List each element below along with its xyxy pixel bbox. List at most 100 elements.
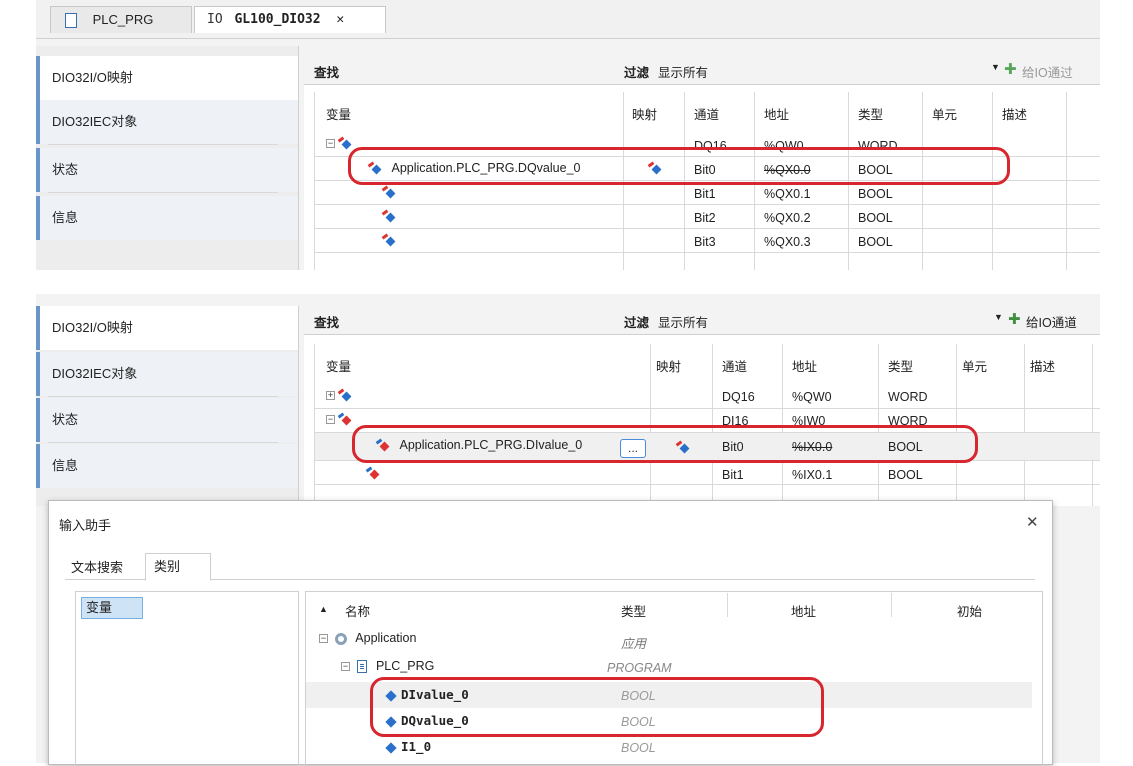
variable-cell[interactable] [366, 466, 380, 480]
filter-value[interactable]: 显示所有 [658, 312, 708, 331]
type-cell: BOOL [858, 187, 893, 201]
sidebar-item-io-mapping[interactable]: DIO32I/O映射 [36, 56, 298, 100]
channel-cell: Bit3 [694, 235, 716, 249]
column-address: 地址 [792, 360, 818, 374]
variable-icon [382, 235, 396, 247]
add-channel-button[interactable]: 给IO通道 [1026, 312, 1077, 331]
column-type: 类型 [888, 360, 914, 374]
sidebar-item-iec-objects[interactable]: DIO32IEC对象 [36, 352, 298, 396]
tree-item-plc-prg[interactable]: − PLC_PRG [341, 659, 434, 674]
divider [48, 144, 278, 145]
variable-icon [338, 390, 352, 402]
variable-cell[interactable] [382, 209, 396, 223]
column-type[interactable]: 类型 [621, 601, 646, 620]
tree-item-i1[interactable]: I1_0 [385, 739, 431, 754]
column-name[interactable]: 名称 [345, 601, 370, 620]
sidebar-item-info[interactable]: 信息 [36, 196, 298, 240]
add-icon[interactable]: ✚ [1008, 310, 1021, 328]
find-label[interactable]: 查找 [314, 62, 339, 81]
address-cell: %QX0.1 [764, 187, 811, 201]
sidebar-item-info[interactable]: 信息 [36, 444, 298, 488]
collapse-icon[interactable]: − [319, 634, 328, 644]
type-cell: BOOL [888, 468, 923, 482]
column-mapping: 映射 [656, 360, 682, 374]
find-label[interactable]: 查找 [314, 312, 339, 331]
chevron-down-icon[interactable]: ▼ [994, 312, 1003, 322]
collapse-icon[interactable]: − [341, 662, 350, 672]
tab-plc-prg-label: PLC_PRG [92, 12, 154, 27]
address-cell: %QX0.2 [764, 211, 811, 225]
tab-gl100-dio32[interactable]: IO GL100_DIO32 ✕ [194, 6, 386, 33]
column-initial[interactable]: 初始 [957, 601, 982, 620]
divider [48, 442, 278, 443]
column-description: 描述 [1002, 108, 1028, 122]
sidebar-item-status[interactable]: 状态 [36, 398, 298, 442]
channel-cell: Bit2 [694, 211, 716, 225]
tab-text-search[interactable]: 文本搜索 [71, 555, 123, 581]
column-channel: 通道 [694, 108, 720, 122]
close-icon[interactable]: ✕ [336, 12, 344, 27]
top-panel: PLC_PRG IO GL100_DIO32 ✕ DIO32I/O映射 DIO3… [36, 0, 1100, 270]
variable-icon [382, 211, 396, 223]
add-icon[interactable]: ✚ [1004, 60, 1017, 78]
input-variable-icon [366, 468, 380, 480]
close-icon[interactable]: ✕ [1026, 513, 1039, 531]
filter-label: 过滤 [624, 66, 650, 80]
channel-cell: Bit1 [694, 187, 716, 201]
column-mapping: 映射 [632, 108, 658, 122]
column-unit: 单元 [932, 108, 958, 122]
type-cell: BOOL [858, 235, 893, 249]
column-channel: 通道 [722, 360, 748, 374]
divider [48, 192, 278, 193]
tree-row-dq16[interactable]: + [326, 388, 352, 402]
filter-value[interactable]: 显示所有 [658, 62, 708, 81]
type-cell: WORD [888, 390, 928, 404]
column-unit: 单元 [962, 360, 988, 374]
address-cell: %QW0 [792, 390, 832, 404]
tab-category[interactable]: 类别 [145, 553, 211, 581]
highlight-box [352, 425, 978, 463]
tree-row-di16[interactable]: − [326, 412, 352, 426]
column-variable: 变量 [326, 360, 352, 374]
document-icon [65, 13, 77, 29]
collapse-icon[interactable]: − [326, 139, 335, 149]
variable-icon [338, 138, 352, 150]
type-cell: PROGRAM [607, 661, 672, 675]
column-type: 类型 [858, 108, 884, 122]
collapse-icon[interactable]: − [326, 415, 335, 425]
tree-item-application[interactable]: − Application [319, 631, 416, 645]
chevron-down-icon[interactable]: ▼ [991, 62, 1000, 72]
variable-icon [382, 187, 396, 199]
application-icon [335, 632, 348, 645]
mapping-area [304, 306, 1100, 506]
variable-cell[interactable] [382, 185, 396, 199]
column-address[interactable]: 地址 [791, 601, 816, 620]
variable-cell[interactable] [382, 233, 396, 247]
sidebar-item-io-mapping[interactable]: DIO32I/O映射 [36, 306, 298, 350]
type-cell: BOOL [621, 741, 656, 755]
type-cell: 应用 [621, 637, 647, 651]
channel-cell: Bit1 [722, 468, 744, 482]
sort-ascending-icon[interactable]: ▲ [319, 604, 328, 614]
address-cell: %IX0.1 [792, 468, 833, 482]
sidebar-item-status[interactable]: 状态 [36, 148, 298, 192]
column-variable: 变量 [326, 108, 352, 122]
highlight-box [348, 147, 1010, 185]
highlight-box [370, 677, 824, 737]
address-cell: %QX0.3 [764, 235, 811, 249]
variable-icon [385, 741, 397, 754]
tab-gl100-dio32-label: GL100_DIO32 [234, 12, 321, 27]
tab-plc-prg[interactable]: PLC_PRG [50, 6, 192, 33]
io-prefix: IO [207, 12, 223, 27]
add-channel-button[interactable]: 给IO通过 [1022, 62, 1073, 81]
filter-label: 过滤 [624, 316, 650, 330]
tree-row-dq16[interactable]: − [326, 136, 352, 150]
dialog-title: 输入助手 [59, 518, 112, 533]
column-address: 地址 [764, 108, 790, 122]
category-item-variables[interactable]: 变量 [81, 597, 143, 619]
column-description: 描述 [1030, 360, 1056, 374]
expand-icon[interactable]: + [326, 391, 335, 401]
divider [48, 396, 278, 397]
program-icon [357, 660, 368, 674]
sidebar-item-iec-objects[interactable]: DIO32IEC对象 [36, 100, 298, 144]
